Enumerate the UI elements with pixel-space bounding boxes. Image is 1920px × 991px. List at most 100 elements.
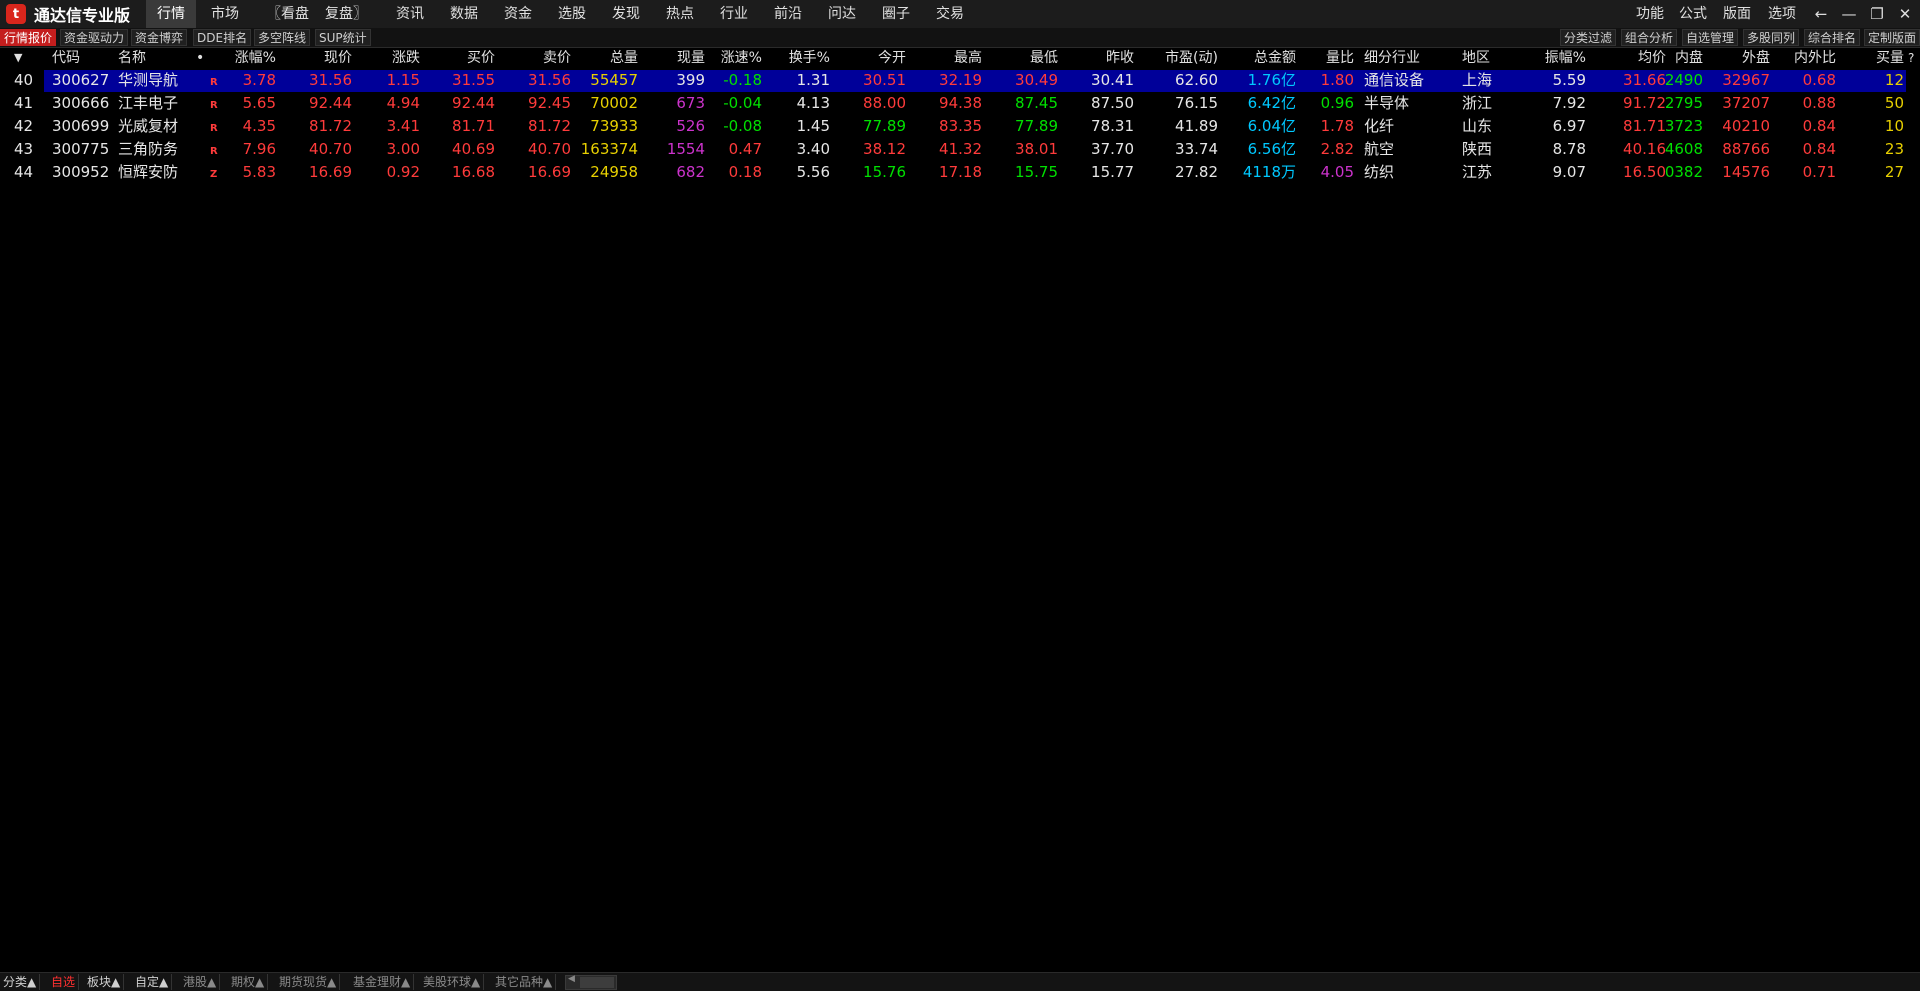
outer-vol: 14576 (1722, 163, 1770, 181)
col-header-chg-pct[interactable]: 涨幅% (216, 48, 276, 68)
menu-zixun[interactable]: 资讯 (392, 0, 428, 28)
turnover: 4.13 (796, 94, 830, 112)
amplitude: 8.78 (1552, 140, 1586, 158)
tab-dde-paiming[interactable]: DDE排名 (193, 29, 252, 46)
menu-redian[interactable]: 热点 (662, 0, 698, 28)
tab-qiquan[interactable]: 期权▲ (228, 974, 269, 990)
stock-name: 恒辉安防 (118, 163, 179, 181)
low: 77.89 (1015, 117, 1058, 135)
bid: 81.71 (452, 117, 495, 135)
col-header-name[interactable]: 名称 (118, 48, 146, 68)
menu-banmian[interactable]: 版面 (1719, 0, 1755, 28)
tab-ziding[interactable]: 自定▲ (132, 974, 173, 990)
speed: 0.47 (728, 140, 762, 158)
menu-shichang[interactable]: 市场 (204, 0, 246, 28)
menu-jiaoyi[interactable]: 交易 (932, 0, 968, 28)
cur-volume: 399 (676, 71, 705, 89)
scroll-thumb[interactable] (580, 977, 614, 988)
tab-hangqing-baojia[interactable]: 行情报价 (0, 29, 57, 46)
tab-zijin-boyi[interactable]: 资金博弈 (131, 29, 188, 46)
btn-zuhe-fenxi[interactable]: 组合分析 (1621, 29, 1678, 46)
table-row[interactable]: 42 300699 光威复材 R 4.35 81.72 3.41 81.71 8… (0, 115, 1920, 138)
col-header-more[interactable]: ? (1908, 48, 1914, 68)
horizontal-scrollbar[interactable]: ◀ (565, 974, 617, 990)
menu-gongneng[interactable]: 功能 (1632, 0, 1668, 28)
back-arrow-icon[interactable]: ← (1808, 0, 1834, 28)
menu-shuju[interactable]: 数据 (446, 0, 482, 28)
table-row[interactable]: 40 300627 华测导航 R 3.78 31.56 1.15 31.55 3… (0, 69, 1920, 92)
tab-meigu-huanqiu[interactable]: 美股环球▲ (420, 974, 485, 990)
table-row[interactable]: 43 300775 三角防务 R 7.96 40.70 3.00 40.69 4… (0, 138, 1920, 161)
tab-zijin-qudongli[interactable]: 资金驱动力 (60, 29, 129, 46)
stock-code: 300666 (52, 94, 110, 112)
col-header-code[interactable]: 代码 (52, 48, 80, 68)
menu-fupan[interactable]: 复盘〗 (324, 0, 368, 28)
menu-quanzi[interactable]: 圈子 (878, 0, 914, 28)
close-icon[interactable]: ✕ (1892, 0, 1918, 28)
industry: 通信设备 (1364, 71, 1425, 89)
menu-wenda[interactable]: 问达 (824, 0, 860, 28)
tab-zixuan[interactable]: 自选 (48, 974, 80, 990)
col-header-amplitude[interactable]: 振幅% (1526, 48, 1586, 68)
col-header-bid[interactable]: 买价 (435, 48, 495, 68)
tab-jijin-licai[interactable]: 基金理财▲ (350, 974, 415, 990)
col-header-inner[interactable]: 内盘 (1643, 48, 1703, 68)
io-ratio: 0.71 (1802, 163, 1836, 181)
prev-close: 78.31 (1091, 117, 1134, 135)
tab-qita-pinzhong[interactable]: 其它品种▲ (492, 974, 557, 990)
btn-duogu-tonglie[interactable]: 多股同列 (1743, 29, 1800, 46)
table-row[interactable]: 44 300952 恒辉安防 Z 5.83 16.69 0.92 16.68 1… (0, 161, 1920, 184)
col-header-io-ratio[interactable]: 内外比 (1776, 48, 1836, 68)
btn-zixuan-guanli[interactable]: 自选管理 (1682, 29, 1739, 46)
chg: 4.94 (386, 94, 420, 112)
col-header-amount[interactable]: 总金额 (1216, 48, 1296, 68)
col-header-vol[interactable]: 总量 (578, 48, 638, 68)
btn-fenlei-guolv[interactable]: 分类过滤 (1560, 29, 1617, 46)
menu-hangqing[interactable]: 行情 (146, 0, 196, 28)
menu-faxian[interactable]: 发现 (608, 0, 644, 28)
triangle-down-icon[interactable]: ▼ (14, 48, 22, 68)
tab-fenlei[interactable]: 分类▲ (0, 974, 41, 990)
scroll-left-arrow-icon[interactable]: ◀ (568, 974, 575, 984)
col-header-cur-vol[interactable]: 现量 (645, 48, 705, 68)
col-header-pe[interactable]: 市盈(动) (1138, 48, 1218, 68)
io-ratio: 0.68 (1802, 71, 1836, 89)
minimize-icon[interactable]: — (1836, 0, 1862, 28)
tab-duokong-zhenxian[interactable]: 多空阵线 (254, 29, 311, 46)
restore-icon[interactable]: ❐ (1864, 0, 1890, 28)
col-header-vol-ratio[interactable]: 量比 (1294, 48, 1354, 68)
tab-bankuai[interactable]: 板块▲ (84, 974, 125, 990)
price: 31.56 (309, 71, 352, 89)
col-header-speed[interactable]: 涨速% (702, 48, 762, 68)
tab-sup-tongji[interactable]: SUP统计 (315, 29, 371, 46)
menu-zijin[interactable]: 资金 (500, 0, 536, 28)
btn-zonghe-paiming[interactable]: 综合排名 (1804, 29, 1861, 46)
col-header-region[interactable]: 地区 (1462, 48, 1490, 68)
btn-dingzhi-banmian[interactable]: 定制版面 (1864, 29, 1920, 46)
sub-toolbar: 行情报价 资金驱动力 资金博弈 DDE排名 多空阵线 SUP统计 分类过滤 组合… (0, 28, 1920, 48)
industry: 半导体 (1364, 94, 1410, 112)
col-header-price[interactable]: 现价 (292, 48, 352, 68)
col-header-dot[interactable]: • (196, 48, 204, 68)
col-header-outer[interactable]: 外盘 (1710, 48, 1770, 68)
menu-hangye[interactable]: 行业 (716, 0, 752, 28)
col-header-open[interactable]: 今开 (846, 48, 906, 68)
menu-xuangu[interactable]: 选股 (554, 0, 590, 28)
col-header-bid-vol[interactable]: 买量 (1844, 48, 1904, 68)
menu-kanpan[interactable]: 〖看盘 (266, 0, 310, 28)
col-header-prev[interactable]: 昨收 (1074, 48, 1134, 68)
col-header-ask[interactable]: 卖价 (511, 48, 571, 68)
menu-qianyan[interactable]: 前沿 (770, 0, 806, 28)
col-header-high[interactable]: 最高 (922, 48, 982, 68)
col-header-chg[interactable]: 涨跌 (360, 48, 420, 68)
tab-qihuo-xianhuo[interactable]: 期货现货▲ (276, 974, 341, 990)
col-header-industry[interactable]: 细分行业 (1364, 48, 1420, 68)
col-header-turnover[interactable]: 换手% (770, 48, 830, 68)
col-header-low[interactable]: 最低 (998, 48, 1058, 68)
menu-gongshi[interactable]: 公式 (1675, 0, 1711, 28)
table-row[interactable]: 41 300666 江丰电子 R 5.65 92.44 4.94 92.44 9… (0, 92, 1920, 115)
pe: 41.89 (1175, 117, 1218, 135)
io-ratio: 0.88 (1802, 94, 1836, 112)
menu-xuanxiang[interactable]: 选项 (1764, 0, 1800, 28)
tab-ganggu[interactable]: 港股▲ (180, 974, 221, 990)
